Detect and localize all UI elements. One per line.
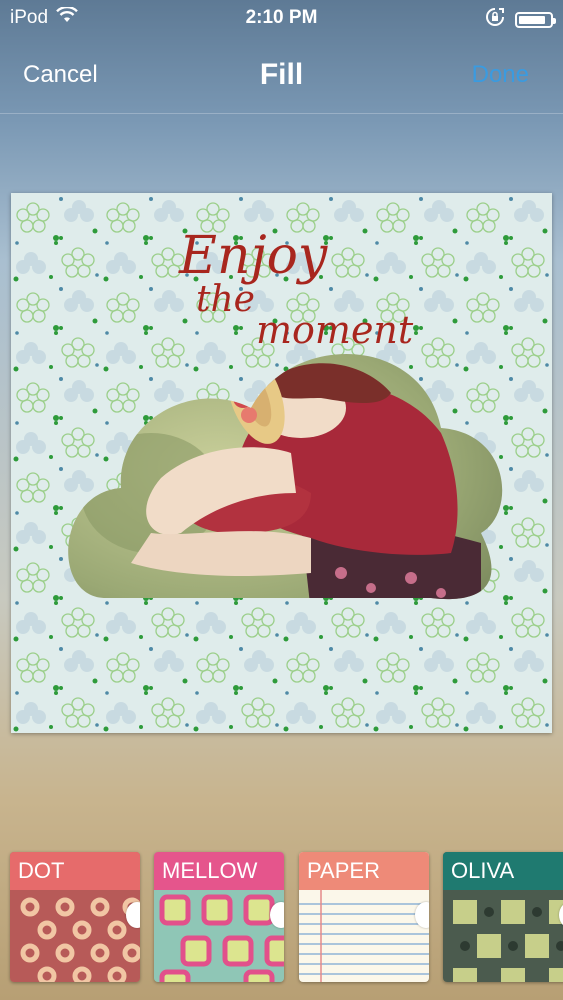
- pattern-name: MELLOW: [162, 858, 258, 883]
- pattern-name: OLIVA: [451, 858, 515, 883]
- pattern-tile-oliva[interactable]: OLIVA: [443, 852, 563, 982]
- pattern-label: DOT: [10, 852, 140, 890]
- pattern-tile-paper[interactable]: PAPER: [299, 852, 429, 982]
- rotation-lock-icon: [485, 7, 505, 33]
- battery-icon: [515, 12, 556, 28]
- pattern-label: PAPER: [299, 852, 429, 890]
- navigation-bar: Cancel Fill Done: [0, 36, 563, 116]
- pattern-label: MELLOW: [154, 852, 284, 890]
- done-button[interactable]: Done: [472, 61, 529, 89]
- pattern-tile-dot[interactable]: DOT: [10, 852, 140, 982]
- cancel-button[interactable]: Cancel: [23, 61, 98, 89]
- text-the: the: [196, 279, 255, 320]
- text-moment: moment: [256, 308, 414, 352]
- status-bar: iPod 2:10 PM: [0, 0, 563, 36]
- pattern-name: PAPER: [307, 858, 380, 883]
- status-right: [485, 7, 556, 33]
- text-enjoy: Enjoy: [178, 226, 328, 286]
- battery-fill: [519, 16, 545, 24]
- clock: 2:10 PM: [245, 7, 318, 28]
- nav-divider: [0, 113, 563, 114]
- pattern-picker[interactable]: DOT MELLOW PAPER OLIVA: [0, 852, 563, 982]
- pattern-label: OLIVA: [443, 852, 563, 890]
- pattern-name: DOT: [18, 858, 65, 883]
- photo-frame-canvas[interactable]: Enjoy the moment: [11, 193, 552, 733]
- pattern-tile-mellow[interactable]: MELLOW: [154, 852, 284, 982]
